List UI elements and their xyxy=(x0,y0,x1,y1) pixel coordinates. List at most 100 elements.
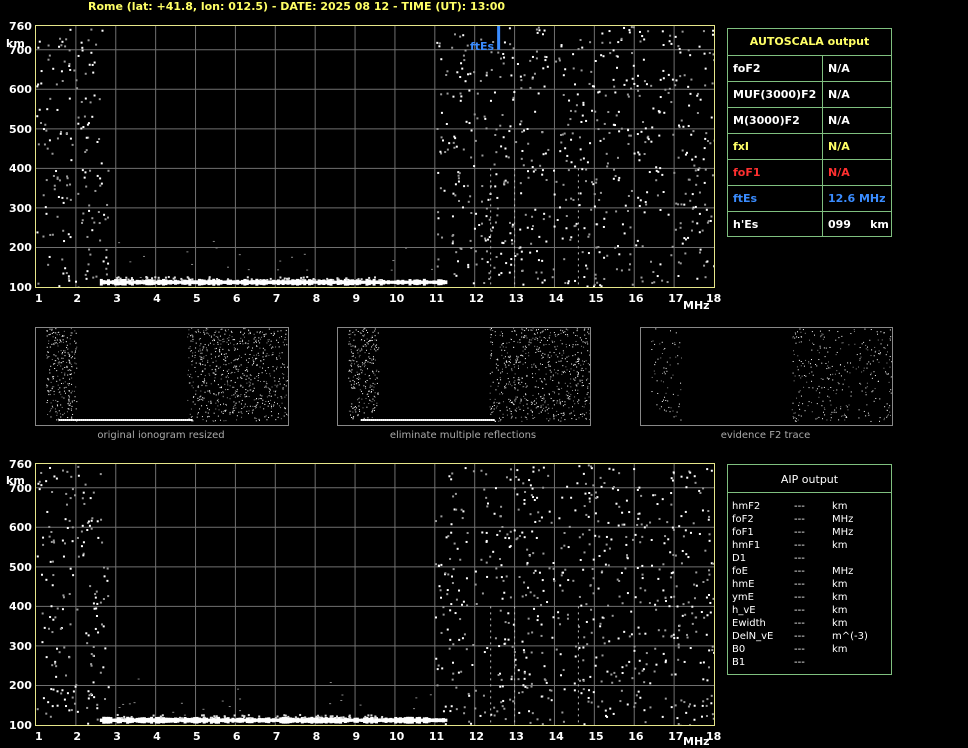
top-trace-mark xyxy=(378,279,381,282)
bottom-noise-dot xyxy=(612,468,615,471)
thumb-evidence-dot xyxy=(821,405,823,407)
thumb-original-dot xyxy=(214,420,216,422)
bottom-noise-dot xyxy=(698,532,701,535)
bottom-noise-dot xyxy=(594,512,597,515)
bottom-noise-dot xyxy=(708,515,711,518)
thumb-eliminate-dot xyxy=(542,404,544,406)
top-noise-dot xyxy=(695,183,698,186)
thumb-eliminate-dot xyxy=(553,375,555,377)
thumb-eliminate-dot xyxy=(567,334,569,336)
thumb-eliminate-dot xyxy=(371,362,373,364)
thumb-evidence-dot xyxy=(844,369,846,371)
bottom-noise-dot xyxy=(454,612,457,615)
bottom-noise-dot xyxy=(498,530,501,533)
thumb-evidence-dot xyxy=(837,381,839,383)
thumb-evidence-dot xyxy=(795,342,797,344)
thumb-original-dot xyxy=(232,412,234,414)
top-noise-dot xyxy=(582,157,585,160)
thumb-eliminate-dot xyxy=(526,375,528,377)
thumb-original-dot xyxy=(254,377,256,379)
thumb-eliminate-dot xyxy=(498,382,500,384)
thumb-original-dot xyxy=(209,392,211,394)
thumb-original-dot xyxy=(203,333,205,335)
top-noise-dot xyxy=(567,280,570,283)
thumb-eliminate-trace xyxy=(404,419,407,421)
bottom-trace-mark xyxy=(241,714,244,717)
top-noise-dot xyxy=(684,192,687,195)
bottom-noise-dot xyxy=(586,643,589,646)
top-noise-dot xyxy=(306,269,309,271)
thumb-eliminate-dot xyxy=(362,407,364,409)
bottom-noise-dot xyxy=(450,478,453,481)
thumb-original-dot xyxy=(66,347,68,349)
thumb-original-dot xyxy=(51,343,53,345)
bottom-noise-dot xyxy=(566,617,569,620)
thumb-original-dot xyxy=(52,331,54,333)
thumb-eliminate-dot xyxy=(361,370,363,372)
thumb-evidence-dot xyxy=(796,366,798,368)
thumb-evidence-dot xyxy=(836,370,838,372)
thumb-eliminate-dot xyxy=(369,399,371,401)
thumb-eliminate-trace xyxy=(454,419,457,421)
bottom-noise-dot xyxy=(69,567,72,570)
thumb-eliminate-dot xyxy=(549,418,551,420)
thumb-original-dot xyxy=(212,361,214,363)
thumb-evidence-dot xyxy=(888,407,890,409)
bottom-noise-dot xyxy=(572,579,575,582)
thumb-eliminate-dot xyxy=(541,358,543,360)
thumb-original-dot xyxy=(223,403,225,405)
thumb-original-dot xyxy=(246,367,248,369)
thumb-eliminate-dot xyxy=(556,400,558,402)
thumb-evidence-dot xyxy=(866,363,868,365)
thumb-eliminate-dot xyxy=(584,328,586,330)
bottom-noise-dot xyxy=(537,511,540,514)
thumb-eliminate-dot xyxy=(527,399,529,401)
top-noise-dot xyxy=(69,183,72,186)
thumb-original-dot xyxy=(209,391,211,393)
thumb-eliminate-dot xyxy=(526,374,528,376)
thumb-eliminate-dot xyxy=(509,410,511,412)
thumb-eliminate-dot xyxy=(556,402,558,404)
thumb-original-dot xyxy=(253,354,255,356)
aip-key: hmE xyxy=(732,579,755,590)
thumb-eliminate-dot xyxy=(576,328,578,330)
bottom-noise-dot xyxy=(447,573,450,576)
top-trace-mark xyxy=(116,276,119,279)
thumb-eliminate-dot xyxy=(504,356,506,358)
thumb-eliminate-dot xyxy=(562,415,564,417)
thumb-original-dot xyxy=(223,341,225,343)
bottom-noise-dot xyxy=(531,530,534,533)
thumb-original-dot xyxy=(246,369,248,371)
thumb-evidence-dot xyxy=(792,402,794,404)
bottom-noise-dot xyxy=(526,548,529,551)
bottom-noise-dot xyxy=(532,470,535,473)
bottom-noise-dot xyxy=(612,712,615,715)
top-noise-dot xyxy=(455,251,458,254)
bottom-trace-mark xyxy=(342,716,345,719)
thumb-eliminate-dot xyxy=(519,402,521,404)
thumb-original-trace xyxy=(92,419,95,421)
thumb-original-dot xyxy=(255,404,257,406)
thumb-evidence-dot xyxy=(654,373,656,375)
thumb-eliminate-dot xyxy=(575,384,577,386)
thumb-original-dot xyxy=(240,364,242,366)
bottom-noise-dot xyxy=(359,704,362,706)
autoscala-row: foF1 N/A xyxy=(728,159,891,186)
bottom-noise-dot xyxy=(480,469,483,472)
thumb-eliminate-dot xyxy=(567,335,569,337)
thumb-eliminate-dot xyxy=(370,337,372,339)
bottom-noise-dot xyxy=(612,486,615,489)
aip-value: --- xyxy=(794,631,805,642)
bottom-noise-dot xyxy=(671,526,674,529)
thumb-eliminate-dot xyxy=(544,379,546,381)
bottom-noise-dot xyxy=(695,630,698,633)
bottom-noise-dot xyxy=(526,561,529,564)
thumb-eliminate-trace xyxy=(402,419,405,421)
thumb-eliminate-dot xyxy=(361,349,363,351)
thumb-original-trace xyxy=(148,419,151,421)
thumb-eliminate-dot xyxy=(527,329,529,331)
top-noise-dot xyxy=(561,133,564,136)
thumb-original-dot xyxy=(69,338,71,340)
top-noise-dot xyxy=(705,132,708,135)
thumb-evidence-dot xyxy=(674,342,676,344)
